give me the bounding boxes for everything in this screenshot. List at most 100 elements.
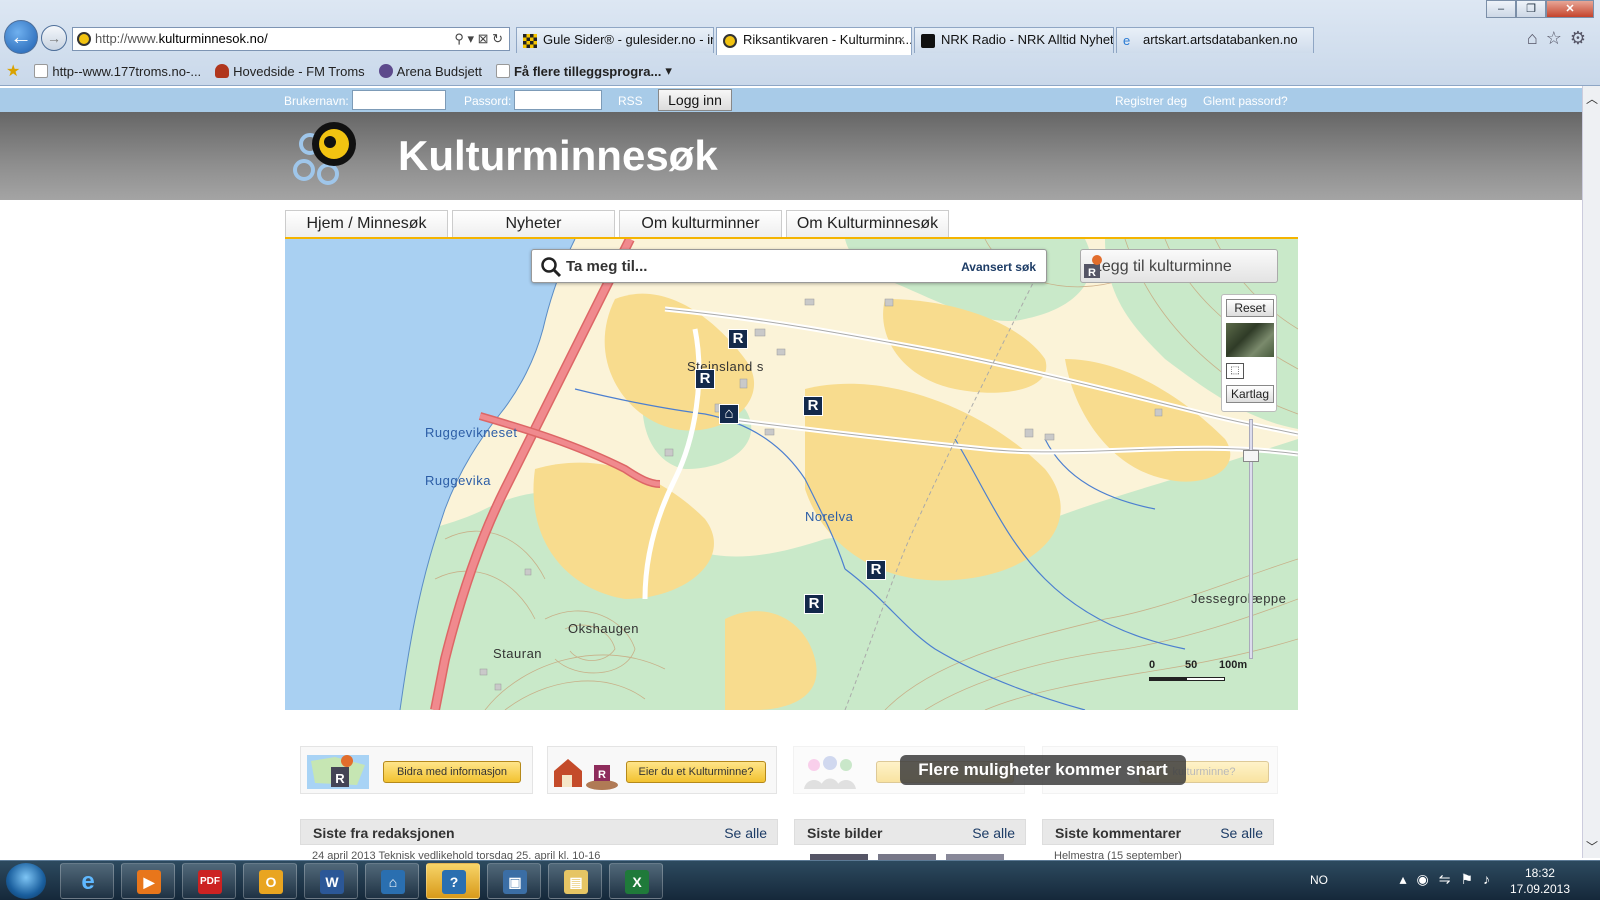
tab-about-site[interactable]: Om Kulturminnesøk [786,210,949,238]
maximize-button[interactable]: ❐ [1516,0,1546,18]
map-layers-button[interactable]: Kartlag [1226,385,1274,403]
close-tab-icon[interactable]: × [897,32,905,47]
favorite-item[interactable]: Arena Budsjett [378,64,482,79]
tray-app-icon[interactable]: ◉ [1416,871,1438,887]
address-bar[interactable]: http://www.kulturminnesok.no/ ⚲ ▾ ⊠ ↻ [72,27,510,51]
tab-label: Gule Sider® - gulesider.no - in... [543,32,714,47]
panel-comments-see-all[interactable]: Se alle [1220,825,1263,841]
comment-snippet[interactable]: Helmestra (15 september) [1054,850,1264,860]
language-indicator[interactable]: NO [1310,873,1328,887]
panel-news-see-all[interactable]: Se alle [724,825,767,841]
login-button[interactable]: Logg inn [658,89,732,111]
map-reset-button[interactable]: Reset [1226,299,1274,317]
taskbar-explorer[interactable]: ▤ [548,863,602,899]
back-button[interactable]: ← [4,20,38,54]
system-tray-icons[interactable]: ▴◉⇋⚑♪ [1399,871,1500,888]
heritage-marker[interactable]: R [803,396,823,416]
kulturminnesok-logo[interactable] [290,118,360,194]
coming-soon-overlay: Flere muligheter kommer snart [900,755,1186,785]
contribute-button[interactable]: Bidra med informasjon [383,761,521,783]
site-title: Kulturminnesøk [398,132,718,179]
panel-photos-see-all[interactable]: Se alle [972,825,1015,841]
favorite-item[interactable]: Hovedside - FM Troms [215,64,365,79]
close-window-button[interactable]: ✕ [1546,0,1594,18]
taskbar-remote-assist[interactable]: ? [426,863,480,899]
people-group-icon [804,756,856,789]
forward-button[interactable]: → [41,25,67,51]
owner-house-icon: R [554,759,618,790]
advanced-search-link[interactable]: Avansert søk [961,260,1036,274]
forgot-password-link[interactable]: Glemt passord? [1203,94,1288,108]
username-input[interactable] [352,90,446,110]
home-icon[interactable]: ⌂ [1527,28,1546,48]
taskbar-word[interactable]: W [304,863,358,899]
tab-riksantikvaren[interactable]: Riksantikvaren - Kulturminn... × [716,27,912,55]
promo-owner: R Eier du et Kulturminne? [547,746,777,794]
tab-nrk-radio[interactable]: NRK Radio - NRK Alltid Nyhete... [914,27,1114,53]
heritage-marker[interactable]: R [728,329,748,349]
password-input[interactable] [514,90,602,110]
windows-taskbar: e ▶ PDF O W ⌂ ? ▣ ▤ X NO ▴◉⇋⚑♪ 18:32 17.… [0,860,1600,900]
taskbar-outlook[interactable]: O [243,863,297,899]
tab-artskart[interactable]: e artskart.artsdatabanken.no [1116,27,1314,53]
excel-icon: X [625,870,649,894]
contribute-map-icon: R [307,755,369,789]
panel-comments: Siste kommentarer Se alle [1042,819,1274,845]
taskbar-internet-explorer[interactable]: e [60,863,114,899]
news-snippet[interactable]: 24 april 2013 Teknisk vedlikehold torsda… [312,850,772,860]
heritage-marker-building[interactable]: ⌂ [719,404,739,424]
heritage-marker[interactable]: R [804,594,824,614]
tray-volume-icon[interactable]: ♪ [1483,871,1500,887]
favorite-item[interactable]: Få flere tilleggsprogra... ▾ [495,63,672,79]
search-placeholder[interactable]: Ta meg til... [566,258,647,275]
map-view[interactable]: Steinsland s Ruggevikneset Ruggevika Nor… [285,239,1298,710]
satellite-toggle-thumbnail[interactable] [1226,323,1274,357]
promo-contribute: R Bidra med informasjon [300,746,533,794]
zoom-box-select-icon[interactable]: ⬚ [1226,363,1244,379]
panel-comments-title: Siste kommentarer [1055,825,1182,841]
scale-tick-100: 100m [1219,659,1248,671]
favorites-star-add-icon[interactable]: ★ [6,61,20,81]
tab-news[interactable]: Nyheter [452,210,615,238]
rss-link[interactable]: RSS [618,94,643,108]
window-controls: – ❐ ✕ [1486,0,1594,18]
tab-gulesider[interactable]: Gule Sider® - gulesider.no - in... [516,27,714,53]
taskbar-excel[interactable]: X [609,863,663,899]
tray-expand-icon[interactable]: ▴ [1399,871,1416,887]
scroll-up-icon[interactable]: ︿ [1583,90,1600,108]
favorites-star-icon[interactable]: ☆ [1546,28,1570,48]
ie-page-icon: e [1123,33,1131,48]
zoom-slider[interactable] [1243,419,1259,659]
pdf-icon: PDF [198,870,222,894]
heritage-marker[interactable]: R [695,369,715,389]
favorite-item[interactable]: http--www.177troms.no-... [34,64,201,79]
place-search-box[interactable]: Ta meg til... Avansert søk [531,249,1047,283]
minimize-button[interactable]: – [1486,0,1516,18]
zoom-slider-handle[interactable] [1243,450,1259,462]
login-bar: Brukernavn: Passord: RSS Logg inn Regist… [0,88,1582,112]
tab-about-heritage[interactable]: Om kulturminner [619,210,782,238]
system-clock[interactable]: 18:32 17.09.2013 [1510,865,1570,897]
taskbar-media-player[interactable]: ▶ [121,863,175,899]
panel-photos: Siste bilder Se alle [794,819,1026,845]
browser-toolbar-icons[interactable]: ⌂☆⚙ [1527,28,1594,49]
add-heritage-button[interactable]: Legg til kulturminne R [1080,249,1278,283]
heritage-marker[interactable]: R [866,560,886,580]
owner-button[interactable]: Eier du et Kulturminne? [626,761,766,783]
taskbar-pdf[interactable]: PDF [182,863,236,899]
place-label-stauran: Stauran [493,646,543,661]
taskbar-network-app[interactable]: ▣ [487,863,541,899]
settings-gear-icon[interactable]: ⚙ [1570,28,1594,48]
heritage-pin-icon: R [1084,255,1102,279]
tray-network-icon[interactable]: ⇋ [1439,871,1461,887]
page-scrollbar[interactable]: ︿ ﹀ [1582,86,1600,858]
register-link[interactable]: Registrer deg [1115,94,1187,108]
taskbar-app-blue[interactable]: ⌂ [365,863,419,899]
tray-flag-icon[interactable]: ⚑ [1460,871,1483,887]
tab-home[interactable]: Hjem / Minnesøk [285,210,448,238]
scroll-down-icon[interactable]: ﹀ [1583,838,1600,856]
start-button[interactable] [6,863,46,899]
map-scale-bar: 0 50 100m [1149,659,1289,689]
scale-bar-graphic [1149,677,1225,681]
address-tools[interactable]: ⚲ ▾ ⊠ ↻ [454,28,503,50]
